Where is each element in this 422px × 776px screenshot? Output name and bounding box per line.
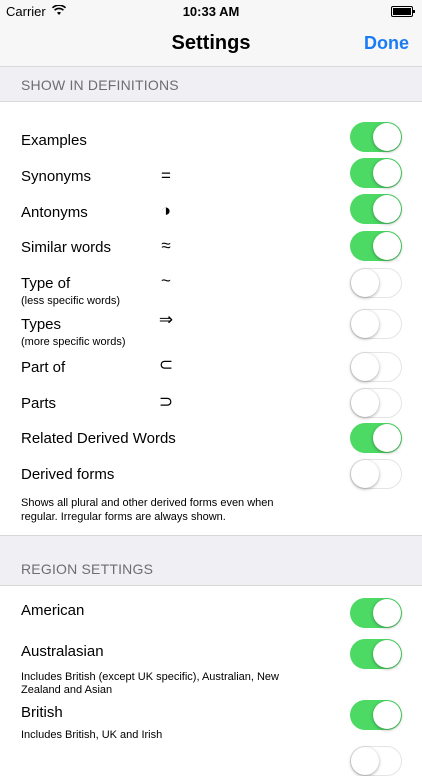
toggle-knob bbox=[373, 195, 401, 223]
toggle-partial-offscreen[interactable] bbox=[350, 746, 402, 776]
double-arrow-icon: ⇒ bbox=[158, 310, 174, 329]
toggle-knob bbox=[351, 460, 379, 488]
row-label: British bbox=[21, 704, 63, 721]
row-label: Part of bbox=[21, 359, 66, 376]
toggle-australasian[interactable] bbox=[350, 639, 402, 669]
row-sublabel: (less specific words) bbox=[21, 295, 121, 307]
row-label: Parts bbox=[21, 395, 57, 412]
toggle-american[interactable] bbox=[350, 598, 402, 628]
row-label: Examples bbox=[21, 132, 87, 149]
toggle-knob bbox=[351, 310, 379, 338]
toggle-knob bbox=[373, 599, 401, 627]
toggle-knob bbox=[351, 353, 379, 381]
status-time: 10:33 AM bbox=[182, 4, 240, 19]
row-label: Antonyms bbox=[21, 204, 88, 221]
subset-icon: ⊂ bbox=[158, 355, 174, 374]
toggle-knob bbox=[373, 159, 401, 187]
section-title: REGION SETTINGS bbox=[21, 561, 154, 577]
navigation-bar: Settings Done bbox=[0, 22, 422, 67]
row-label: Similar words bbox=[21, 239, 112, 256]
toggle-knob bbox=[351, 389, 379, 417]
row-label: American bbox=[21, 602, 85, 619]
section-title: SHOW IN DEFINITIONS bbox=[21, 77, 179, 93]
equals-icon: = bbox=[161, 166, 171, 185]
toggle-part-of[interactable] bbox=[350, 352, 402, 382]
row-label: Types bbox=[21, 316, 62, 333]
toggle-knob bbox=[373, 123, 401, 151]
row-label: Related Derived Words bbox=[21, 430, 176, 447]
page-title: Settings bbox=[171, 32, 251, 54]
toggle-knob bbox=[373, 701, 401, 729]
row-label: Derived forms bbox=[21, 466, 115, 483]
row-label: Synonyms bbox=[21, 168, 92, 185]
toggle-related-derived-words[interactable] bbox=[350, 423, 402, 453]
toggle-derived-forms[interactable] bbox=[350, 459, 402, 489]
section-header-region: REGION SETTINGS bbox=[0, 535, 422, 586]
tilde-icon: ~ bbox=[161, 271, 171, 290]
row-description: Includes British (except UK specific), A… bbox=[21, 671, 279, 696]
toggle-synonyms[interactable] bbox=[350, 158, 402, 188]
row-label: Type of bbox=[21, 275, 71, 292]
toggle-knob bbox=[351, 269, 379, 297]
toggle-knob bbox=[373, 232, 401, 260]
done-button[interactable]: Done bbox=[364, 33, 409, 54]
toggle-knob bbox=[373, 424, 401, 452]
toggle-british[interactable] bbox=[350, 700, 402, 730]
toggle-antonyms[interactable] bbox=[350, 194, 402, 224]
superset-icon: ⊃ bbox=[158, 392, 174, 411]
status-bar: Carrier 10:33 AM bbox=[0, 0, 422, 22]
row-sublabel: (more specific words) bbox=[21, 336, 126, 348]
row-description: Includes British, UK and Irish bbox=[21, 729, 163, 741]
section-header-definitions: SHOW IN DEFINITIONS bbox=[0, 67, 422, 102]
half-circle-icon: ◑ bbox=[160, 201, 172, 220]
toggle-types[interactable] bbox=[350, 309, 402, 339]
toggle-knob bbox=[373, 640, 401, 668]
approx-icon: ≈ bbox=[161, 236, 171, 255]
toggle-knob bbox=[351, 747, 379, 775]
toggle-similar-words[interactable] bbox=[350, 231, 402, 261]
battery-icon bbox=[391, 6, 415, 17]
toggle-examples[interactable] bbox=[350, 122, 402, 152]
toggle-parts[interactable] bbox=[350, 388, 402, 418]
row-label: Australasian bbox=[21, 643, 104, 660]
toggle-type-of[interactable] bbox=[350, 268, 402, 298]
derived-forms-footnote: Shows all plural and other derived forms… bbox=[21, 497, 274, 523]
